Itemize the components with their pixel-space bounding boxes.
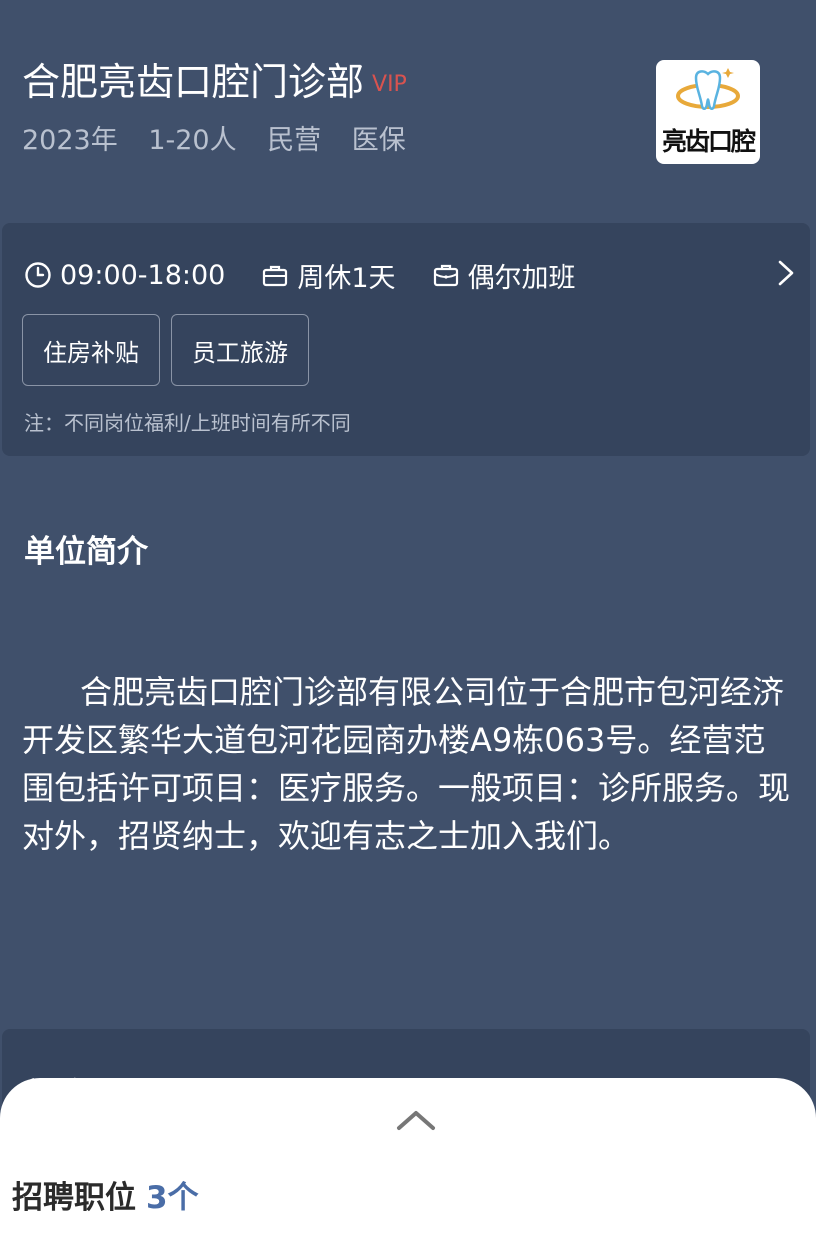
company-name: 合肥亮齿口腔门诊部	[22, 60, 365, 104]
work-info-row: 09:00-18:00 周休1天 偶尔加班	[24, 256, 612, 295]
benefit-tag: 住房补贴	[22, 314, 160, 386]
rest-days-text: 周休1天	[297, 262, 396, 294]
company-type: 民营	[267, 125, 322, 156]
jobs-title: 招聘职位 3个	[12, 1172, 199, 1217]
vip-badge: VIP	[372, 71, 407, 97]
welfare-card[interactable]: 09:00-18:00 周休1天 偶尔加班 住房补贴 员工旅游 注：不同岗位福利…	[2, 223, 810, 456]
intro-text: 合肥亮齿口腔门诊部有限公司位于合肥市包河经济开发区繁华大道包河花园商办楼A9栋0…	[22, 673, 791, 855]
chevron-right-icon[interactable]	[776, 259, 796, 287]
founded-year: 2023年	[22, 125, 118, 156]
clock-icon	[25, 262, 51, 288]
logo-text: 亮齿口腔	[661, 127, 756, 156]
jobs-bottom-sheet[interactable]: 招聘职位 3个	[0, 1078, 816, 1238]
company-meta: 2023年 1-20人 民营 医保	[22, 118, 622, 157]
briefcase-icon	[263, 265, 288, 287]
jobs-count: 3个	[146, 1180, 199, 1216]
overtime-text: 偶尔加班	[467, 262, 576, 294]
jobs-title-text: 招聘职位	[12, 1180, 136, 1216]
company-logo: 亮齿口腔	[656, 60, 760, 164]
work-hours: 09:00-18:00	[24, 260, 225, 291]
company-size: 1-20人	[148, 125, 237, 156]
bag-icon	[433, 264, 458, 287]
benefit-tags: 住房补贴 员工旅游	[22, 314, 320, 386]
chevron-up-icon[interactable]	[396, 1108, 436, 1132]
rest-days: 周休1天	[261, 256, 396, 295]
company-header: 合肥亮齿口腔门诊部 VIP 2023年 1-20人 民营 医保	[22, 56, 622, 157]
insurance-tag: 医保	[351, 125, 406, 156]
benefit-note: 注：不同岗位福利/上班时间有所不同	[24, 411, 351, 435]
work-hours-text: 09:00-18:00	[60, 259, 226, 291]
overtime: 偶尔加班	[432, 256, 576, 295]
intro-title: 单位简介	[24, 534, 148, 570]
benefit-tag: 员工旅游	[171, 314, 309, 386]
tooth-icon	[676, 68, 740, 110]
